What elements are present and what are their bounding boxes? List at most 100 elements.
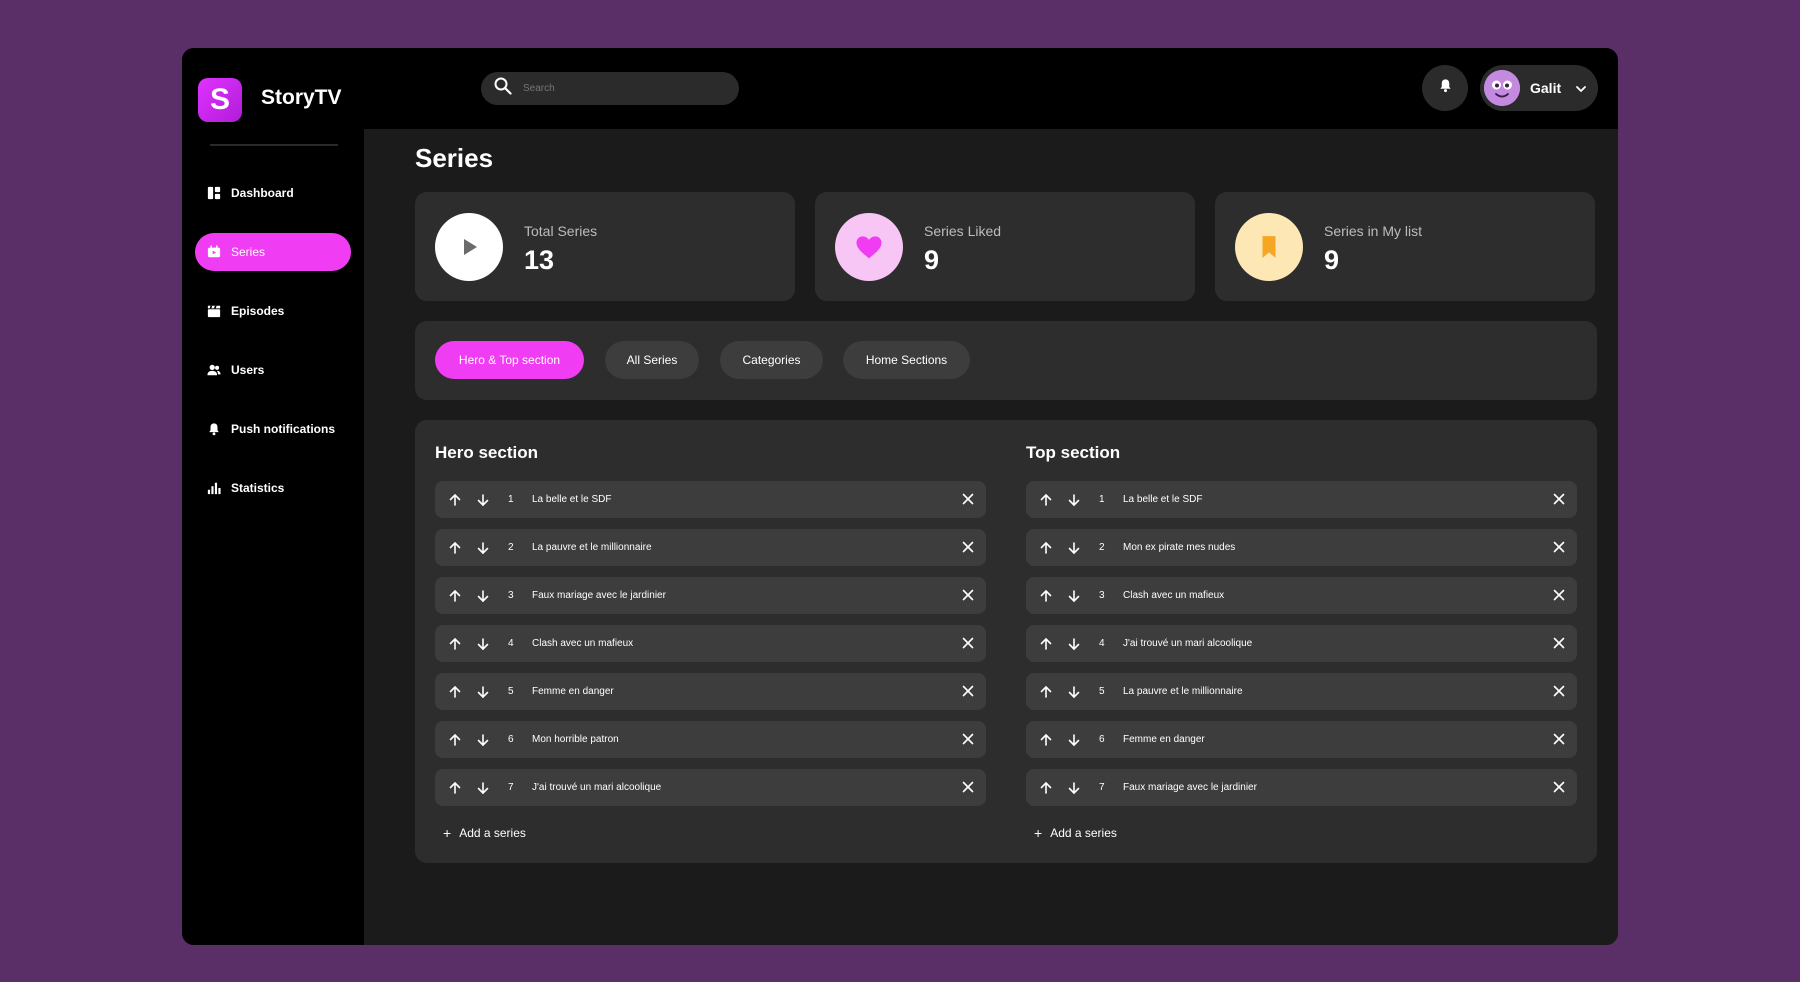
list-item: 7 J'ai trouvé un mari alcoolique <box>435 769 986 806</box>
row-number: 1 <box>1099 494 1105 505</box>
clapperboard-icon <box>207 304 221 318</box>
arrow-down-icon[interactable] <box>476 637 490 651</box>
bell-icon <box>207 422 221 436</box>
sections-panel: Hero section 1 La belle et le SDF 2 La p… <box>415 420 1597 863</box>
arrow-up-icon[interactable] <box>1039 637 1053 651</box>
close-icon[interactable] <box>961 636 975 650</box>
arrow-up-icon[interactable] <box>1039 781 1053 795</box>
arrow-up-icon[interactable] <box>1039 589 1053 603</box>
row-title: Femme en danger <box>532 686 614 697</box>
arrow-down-icon[interactable] <box>1067 589 1081 603</box>
play-icon <box>435 213 503 281</box>
app-logo[interactable]: S <box>198 78 242 122</box>
sidebar-item-series[interactable]: Series <box>195 233 351 271</box>
row-title: Faux mariage avec le jardinier <box>1123 782 1257 793</box>
brand-name: StoryTV <box>261 86 342 109</box>
close-icon[interactable] <box>961 492 975 506</box>
list-item: 2 La pauvre et le millionnaire <box>435 529 986 566</box>
tab-home-sections[interactable]: Home Sections <box>843 341 970 379</box>
arrow-down-icon[interactable] <box>1067 781 1081 795</box>
main-content: Series Total Series 13 Series Liked 9 Se… <box>364 129 1618 945</box>
add-series-label: Add a series <box>459 826 526 840</box>
notifications-button[interactable] <box>1422 65 1468 111</box>
list-item: 6 Femme en danger <box>1026 721 1577 758</box>
user-menu-button[interactable]: Galit <box>1480 65 1598 111</box>
arrow-down-icon[interactable] <box>1067 685 1081 699</box>
avatar <box>1484 70 1520 106</box>
row-title: Femme en danger <box>1123 734 1205 745</box>
search-input[interactable] <box>523 83 723 94</box>
list-item: 5 Femme en danger <box>435 673 986 710</box>
plus-icon: + <box>443 825 452 841</box>
sidebar-item-push-notifications[interactable]: Push notifications <box>195 410 351 448</box>
row-title: Faux mariage avec le jardinier <box>532 590 666 601</box>
hero-section-list: 1 La belle et le SDF 2 La pauvre et le m… <box>435 481 986 817</box>
sidebar-item-users[interactable]: Users <box>195 351 351 389</box>
arrow-up-icon[interactable] <box>1039 685 1053 699</box>
sidebar-divider <box>210 144 338 146</box>
list-item: 4 J'ai trouvé un mari alcoolique <box>1026 625 1577 662</box>
sidebar-nav: Dashboard Series Episodes Users Push not… <box>195 174 351 528</box>
arrow-up-icon[interactable] <box>1039 541 1053 555</box>
close-icon[interactable] <box>961 540 975 554</box>
row-title: J'ai trouvé un mari alcoolique <box>532 782 662 793</box>
arrow-down-icon[interactable] <box>476 781 490 795</box>
close-icon[interactable] <box>961 732 975 746</box>
arrow-up-icon[interactable] <box>448 781 462 795</box>
arrow-up-icon[interactable] <box>448 589 462 603</box>
row-number: 5 <box>1099 686 1105 697</box>
stat-card-series-in-my-list: Series in My list 9 <box>1215 192 1595 301</box>
arrow-down-icon[interactable] <box>476 685 490 699</box>
row-title: La pauvre et le millionnaire <box>1123 686 1243 697</box>
close-icon[interactable] <box>961 684 975 698</box>
close-icon[interactable] <box>1552 684 1566 698</box>
arrow-down-icon[interactable] <box>1067 493 1081 507</box>
close-icon[interactable] <box>1552 492 1566 506</box>
close-icon[interactable] <box>1552 636 1566 650</box>
close-icon[interactable] <box>1552 540 1566 554</box>
arrow-down-icon[interactable] <box>476 493 490 507</box>
list-item: 5 La pauvre et le millionnaire <box>1026 673 1577 710</box>
add-series-button[interactable]: + Add a series <box>1034 825 1117 841</box>
bookmark-icon <box>1235 213 1303 281</box>
arrow-up-icon[interactable] <box>448 733 462 747</box>
row-number: 4 <box>508 638 514 649</box>
users-icon <box>207 363 221 377</box>
close-icon[interactable] <box>961 588 975 602</box>
sidebar-item-dashboard[interactable]: Dashboard <box>195 174 351 212</box>
close-icon[interactable] <box>1552 732 1566 746</box>
arrow-down-icon[interactable] <box>476 541 490 555</box>
arrow-up-icon[interactable] <box>448 685 462 699</box>
stat-value: 13 <box>524 245 555 275</box>
add-series-button[interactable]: + Add a series <box>443 825 526 841</box>
add-series-label: Add a series <box>1050 826 1117 840</box>
heart-icon <box>835 213 903 281</box>
sidebar-item-label: Push notifications <box>231 422 336 436</box>
tab-hero-top-section[interactable]: Hero & Top section <box>435 341 584 379</box>
tab-categories[interactable]: Categories <box>720 341 823 379</box>
series-icon <box>207 245 221 259</box>
close-icon[interactable] <box>1552 780 1566 794</box>
row-number: 7 <box>508 782 514 793</box>
arrow-up-icon[interactable] <box>448 637 462 651</box>
row-title: La pauvre et le millionnaire <box>532 542 652 553</box>
arrow-up-icon[interactable] <box>1039 493 1053 507</box>
tab-all-series[interactable]: All Series <box>605 341 699 379</box>
close-icon[interactable] <box>1552 588 1566 602</box>
arrow-down-icon[interactable] <box>476 589 490 603</box>
sidebar-item-episodes[interactable]: Episodes <box>195 292 351 330</box>
list-item: 2 Mon ex pirate mes nudes <box>1026 529 1577 566</box>
arrow-down-icon[interactable] <box>476 733 490 747</box>
bell-icon <box>1438 78 1453 98</box>
arrow-down-icon[interactable] <box>1067 637 1081 651</box>
arrow-up-icon[interactable] <box>1039 733 1053 747</box>
arrow-up-icon[interactable] <box>448 541 462 555</box>
close-icon[interactable] <box>961 780 975 794</box>
arrow-down-icon[interactable] <box>1067 733 1081 747</box>
arrow-up-icon[interactable] <box>448 493 462 507</box>
search-bar[interactable] <box>481 72 739 105</box>
section-title: Hero section <box>435 443 538 462</box>
tabs-panel: Hero & Top section All Series Categories… <box>415 321 1597 400</box>
arrow-down-icon[interactable] <box>1067 541 1081 555</box>
sidebar-item-statistics[interactable]: Statistics <box>195 469 351 507</box>
